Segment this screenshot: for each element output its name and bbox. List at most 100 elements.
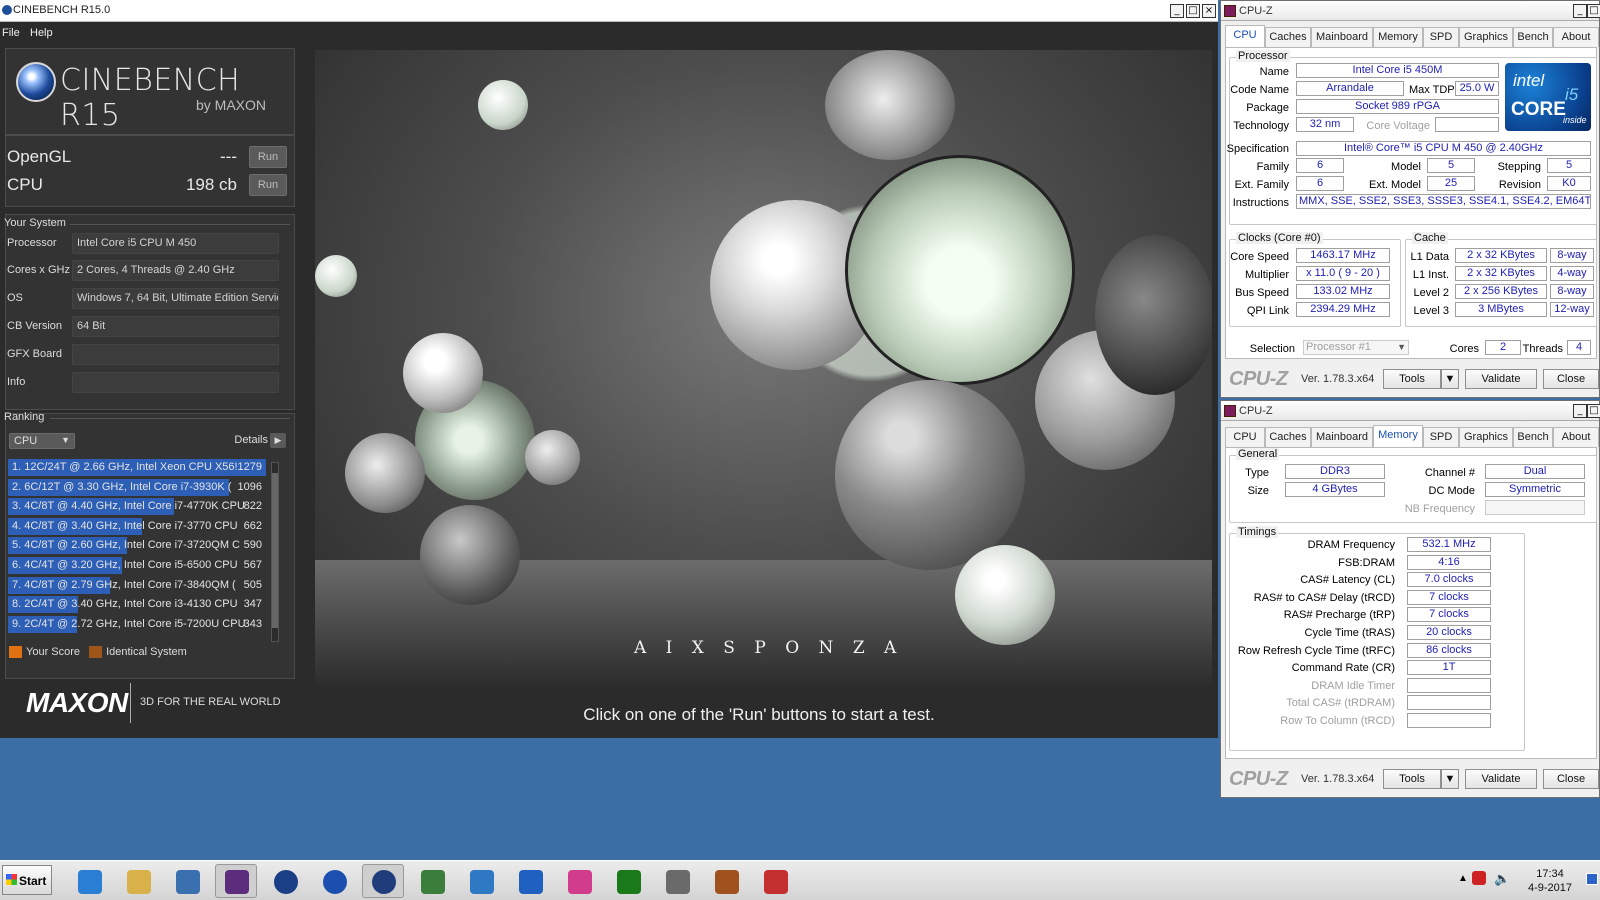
system-row-gfx-board: GFX Board bbox=[6, 344, 294, 366]
label: Stepping bbox=[1497, 161, 1541, 173]
maximize-button[interactable]: □ bbox=[1587, 404, 1600, 418]
tab-caches[interactable]: Caches bbox=[1265, 427, 1311, 447]
taskbar-app-blue-orb[interactable] bbox=[313, 864, 355, 898]
menu-help[interactable]: Help bbox=[30, 27, 53, 39]
render-sphere bbox=[420, 505, 520, 605]
tray-app-icon[interactable] bbox=[1472, 871, 1486, 885]
ranking-row[interactable]: 8. 2C/4T @ 3.40 GHz, Intel Core i3-4130 … bbox=[8, 595, 266, 614]
validate-button[interactable]: Validate bbox=[1465, 769, 1537, 789]
group-title: Clocks (Core #0) bbox=[1236, 232, 1323, 244]
tab-mainboard[interactable]: Mainboard bbox=[1311, 27, 1373, 47]
taskbar-app-file-explorer[interactable] bbox=[117, 864, 159, 898]
minimize-button[interactable]: _ bbox=[1573, 4, 1587, 18]
taskbar-app-cinebench-r11[interactable] bbox=[264, 864, 306, 898]
maximize-button[interactable]: □ bbox=[1587, 4, 1600, 18]
system-key: OS bbox=[7, 292, 23, 304]
label: Model bbox=[1391, 161, 1421, 173]
show-desktop-icon[interactable] bbox=[1586, 873, 1598, 885]
ranking-row[interactable]: 9. 2C/4T @ 2.72 GHz, Intel Core i5-7200U… bbox=[8, 615, 266, 634]
start-button[interactable]: Start bbox=[2, 865, 52, 895]
ranking-row[interactable]: 1. 12C/24T @ 2.66 GHz, Intel Xeon CPU X5… bbox=[8, 458, 266, 477]
tab-graphics[interactable]: Graphics bbox=[1459, 427, 1513, 447]
ranking-row[interactable]: 7. 4C/8T @ 2.79 GHz, Intel Core i7-3840Q… bbox=[8, 576, 266, 595]
tab-memory[interactable]: Memory bbox=[1373, 27, 1423, 47]
window-title: CINEBENCH R15.0 bbox=[13, 4, 111, 16]
processor-selection-dropdown[interactable]: Processor #1 ▼ bbox=[1303, 340, 1409, 355]
maximize-button[interactable]: □ bbox=[1186, 4, 1200, 18]
ranking-row-score: 1096 bbox=[237, 480, 262, 493]
timing-value: 7 clocks bbox=[1407, 589, 1491, 605]
validate-button[interactable]: Validate bbox=[1465, 369, 1537, 389]
tab-about[interactable]: About bbox=[1553, 427, 1599, 447]
intel-model: i5 bbox=[1565, 85, 1579, 104]
tab-bench[interactable]: Bench bbox=[1513, 427, 1553, 447]
dropdown-value: CPU bbox=[14, 435, 38, 447]
tab-caches[interactable]: Caches bbox=[1265, 27, 1311, 47]
your-system-panel: Your System Processor Intel Core i5 CPU … bbox=[4, 214, 295, 410]
tab-spd[interactable]: SPD bbox=[1423, 27, 1459, 47]
ranking-legend: Your Score Identical System bbox=[9, 646, 187, 659]
ranking-scrollbar[interactable] bbox=[271, 462, 279, 642]
taskbar-app-remote-desktop[interactable] bbox=[166, 864, 208, 898]
tab-bench[interactable]: Bench bbox=[1513, 27, 1553, 47]
timing-label: Cycle Time (tRAS) bbox=[1304, 627, 1395, 639]
minimize-button[interactable]: _ bbox=[1170, 4, 1184, 18]
start-label: Start bbox=[19, 874, 47, 888]
clock[interactable]: 17:34 4-9-2017 bbox=[1528, 867, 1572, 895]
taskbar-app-cinebench-r15[interactable] bbox=[362, 864, 404, 898]
taskbar-app-bar-chart[interactable] bbox=[509, 864, 551, 898]
tools-button[interactable]: Tools bbox=[1383, 769, 1441, 789]
volume-icon[interactable]: 🔈 bbox=[1494, 871, 1510, 887]
taskbar-app-network-bars[interactable] bbox=[460, 864, 502, 898]
cinebench-app-icon bbox=[2, 5, 12, 15]
taskbar-app-cpu-z[interactable] bbox=[215, 864, 257, 898]
tools-dropdown-button[interactable]: ▼ bbox=[1441, 369, 1459, 389]
memory-type: DDR3 bbox=[1285, 464, 1385, 479]
run-opengl-button[interactable]: Run bbox=[249, 146, 287, 168]
details-button[interactable]: ▶ bbox=[270, 433, 286, 448]
label: L1 Inst. bbox=[1412, 269, 1449, 281]
tools-dropdown-button[interactable]: ▼ bbox=[1441, 769, 1459, 789]
tab-spd[interactable]: SPD bbox=[1423, 427, 1459, 447]
close-button[interactable]: Close bbox=[1543, 769, 1599, 789]
close-button[interactable]: Close bbox=[1543, 369, 1599, 389]
scrollbar-thumb[interactable] bbox=[272, 473, 278, 628]
instructions: MMX, SSE, SSE2, SSE3, SSSE3, SSE4.1, SSE… bbox=[1296, 194, 1591, 209]
taskbar-app-red-app[interactable] bbox=[754, 864, 796, 898]
tools-button[interactable]: Tools bbox=[1383, 369, 1441, 389]
taskbar-app-monitor-graph[interactable] bbox=[411, 864, 453, 898]
taskbar-app-pi-app[interactable] bbox=[705, 864, 747, 898]
run-cpu-button[interactable]: Run bbox=[249, 174, 287, 196]
show-hidden-icons-button[interactable]: ▲ bbox=[1458, 873, 1468, 884]
ranking-row[interactable]: 3. 4C/8T @ 4.40 GHz, Intel Core i7-4770K… bbox=[8, 497, 266, 516]
ranking-row[interactable]: 5. 4C/8T @ 2.60 GHz, Intel Core i7-3720Q… bbox=[8, 536, 266, 555]
system-key: Info bbox=[7, 376, 26, 388]
minimize-button[interactable]: _ bbox=[1573, 404, 1587, 418]
tab-mainboard[interactable]: Mainboard bbox=[1311, 427, 1373, 447]
tab-cpu[interactable]: CPU bbox=[1225, 25, 1265, 47]
cpuz-title: CPU-Z bbox=[1239, 5, 1273, 17]
gfx-board-field[interactable] bbox=[72, 344, 279, 365]
close-button[interactable]: × bbox=[1202, 4, 1216, 18]
taskbar-app-internet-explorer[interactable] bbox=[68, 864, 110, 898]
specification: Intel® Core™ i5 CPU M 450 @ 2.40GHz bbox=[1296, 141, 1591, 156]
ranking-title: Ranking bbox=[4, 411, 45, 423]
cpuz-logo: CPU-Z bbox=[1229, 368, 1288, 390]
timing-value: 1T bbox=[1407, 660, 1491, 676]
ranking-row[interactable]: 2. 6C/12T @ 3.30 GHz, Intel Core i7-3930… bbox=[8, 478, 266, 497]
timing-label: FSB:DRAM bbox=[1338, 556, 1395, 569]
tab-cpu[interactable]: CPU bbox=[1225, 427, 1265, 447]
tab-about[interactable]: About bbox=[1553, 27, 1599, 47]
menu-file[interactable]: File bbox=[2, 27, 20, 39]
ranking-type-dropdown[interactable]: CPU ▼ bbox=[9, 433, 75, 449]
info-field[interactable] bbox=[72, 372, 279, 393]
test-score: 198 cb bbox=[185, 175, 237, 194]
taskbar-app-super-pi[interactable] bbox=[607, 864, 649, 898]
ranking-row[interactable]: 6. 4C/4T @ 3.20 GHz, Intel Core i5-6500 … bbox=[8, 556, 266, 575]
tab-memory[interactable]: Memory bbox=[1373, 425, 1423, 447]
tab-graphics[interactable]: Graphics bbox=[1459, 27, 1513, 47]
file-explorer-icon bbox=[127, 870, 151, 894]
taskbar-app-color-pick[interactable] bbox=[558, 864, 600, 898]
taskbar-app-cat-app[interactable] bbox=[656, 864, 698, 898]
ranking-row[interactable]: 4. 4C/8T @ 3.40 GHz, Intel Core i7-3770 … bbox=[8, 517, 266, 536]
